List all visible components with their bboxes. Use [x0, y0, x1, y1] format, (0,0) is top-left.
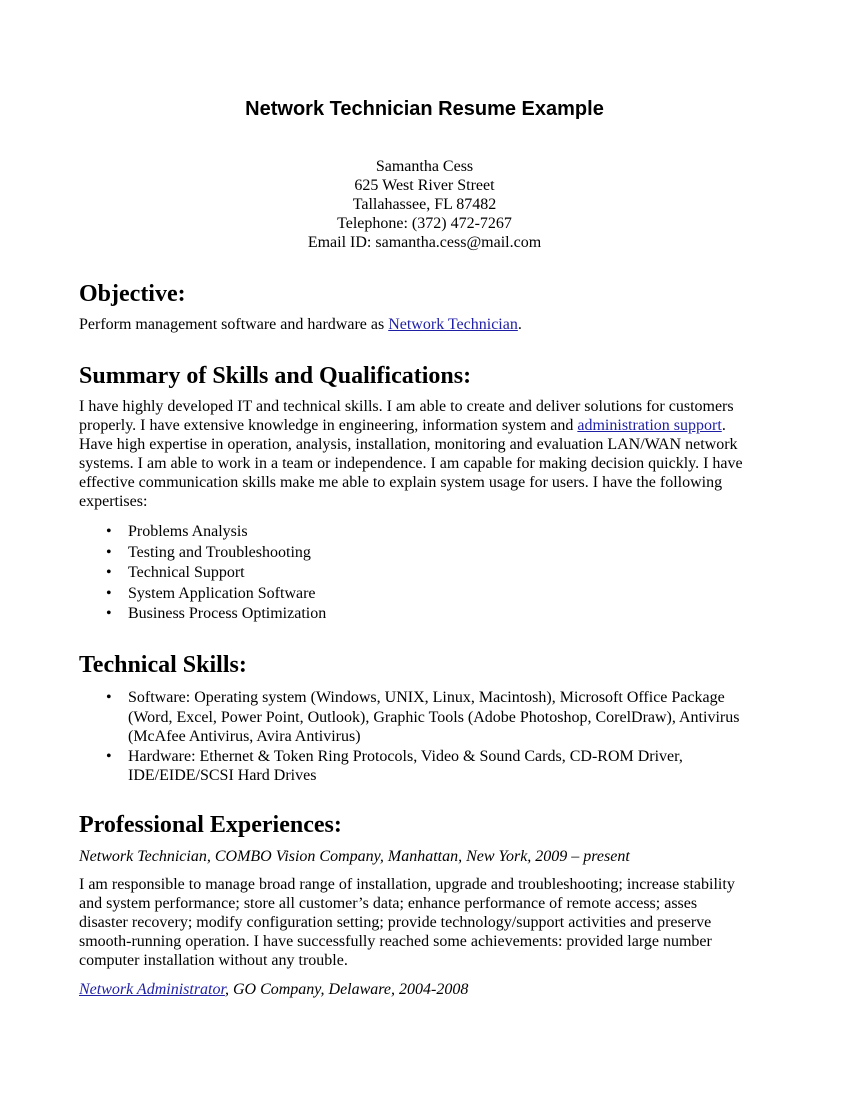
summary-line2-after: .	[721, 417, 726, 434]
expertise-item: Business Process Optimization	[128, 605, 327, 622]
expertise-item: Testing and Troubleshooting	[128, 543, 311, 561]
bullet-icon: •	[106, 747, 112, 765]
job1-line: smooth-running operation. I have success…	[79, 933, 712, 950]
bullet-icon: •	[106, 564, 112, 581]
software-skills-line: Software: Operating system (Windows, UNI…	[128, 689, 725, 706]
expertise-list: • Problems Analysis • Testing and Troubles…	[79, 522, 326, 625]
summary-line: expertises:	[79, 493, 148, 510]
list-item: • Testing and Troubleshooting	[79, 543, 326, 564]
objective-text-after: .	[517, 316, 522, 333]
job1-description: I am responsible to manage broad range o…	[79, 875, 779, 970]
hardware-skills-line: IDE/EIDE/SCSI Hard Drives	[128, 767, 317, 784]
expertise-item: Technical Support	[128, 564, 245, 581]
network-administrator-link[interactable]: Network Administrator	[79, 981, 225, 998]
job1-title: Network Technician, COMBO Vision Company…	[79, 848, 630, 865]
list-item: • Software: Operating system (Windows, U…	[79, 688, 739, 747]
objective-heading: Objective:	[79, 281, 186, 307]
job1-line: I am responsible to manage broad range o…	[79, 876, 735, 893]
software-skills-line: (McAfee Antivirus, Avira Antivirus)	[128, 728, 361, 745]
summary-line2-before: properly. I have extensive knowledge in …	[79, 417, 578, 434]
technical-skills-list: • Software: Operating system (Windows, U…	[79, 688, 739, 786]
bullet-icon: •	[106, 523, 112, 540]
contact-block: Samantha Cess 625 West River Street Tall…	[0, 157, 849, 252]
summary-line: properly. I have extensive knowledge in …	[79, 416, 779, 435]
experience-heading: Professional Experiences:	[79, 812, 342, 838]
job2-title-rest: , GO Company, Delaware, 2004-2008	[224, 981, 469, 998]
bullet-icon: •	[106, 584, 112, 602]
summary-line: systems. I am able to work in a team or …	[79, 455, 743, 472]
list-item: • Business Process Optimization	[79, 604, 326, 625]
technical-skills-heading: Technical Skills:	[79, 652, 247, 678]
bullet-icon: •	[106, 543, 112, 561]
list-item: • Problems Analysis	[79, 522, 326, 543]
resume-page: Network Technician Resume Example Samant…	[0, 0, 849, 1099]
summary-paragraph: I have highly developed IT and technical…	[79, 397, 779, 511]
administration-support-link[interactable]: administration support	[577, 417, 721, 434]
contact-name: Samantha Cess	[375, 158, 474, 175]
network-technician-link[interactable]: Network Technician	[388, 316, 518, 333]
summary-line: Have high expertise in operation, analys…	[79, 436, 738, 453]
job1-line: disaster recovery; modify configuration …	[79, 914, 712, 931]
summary-heading: Summary of Skills and Qualifications:	[79, 363, 472, 389]
contact-telephone: Telephone: (372) 472-7267	[337, 215, 512, 232]
list-item: • Hardware: Ethernet & Token Ring Protoc…	[79, 747, 739, 786]
objective-text-before: Perform management software and hardware…	[79, 316, 389, 333]
job1-line: computer installation without any troubl…	[79, 952, 348, 969]
bullet-icon: •	[106, 605, 112, 622]
expertise-item: Problems Analysis	[128, 523, 248, 540]
bullet-icon: •	[106, 689, 112, 706]
list-item: • System Application Software	[79, 584, 326, 605]
job1-line: and system performance; store all custom…	[79, 895, 698, 912]
job2-title: Network Administrator, GO Company, Delaw…	[79, 980, 779, 999]
contact-email: Email ID: samantha.cess@mail.com	[307, 234, 542, 251]
software-skills-line: (Word, Excel, Power Point, Outlook), Gra…	[128, 708, 740, 726]
summary-line: effective communication skills make me a…	[79, 474, 723, 491]
summary-line: I have highly developed IT and technical…	[79, 398, 734, 415]
objective-text: Perform management software and hardware…	[79, 315, 779, 334]
contact-city: Tallahassee, FL 87482	[352, 196, 497, 213]
hardware-skills-line: Hardware: Ethernet & Token Ring Protocol…	[128, 747, 683, 765]
contact-street: 625 West River Street	[354, 177, 495, 194]
document-title: Network Technician Resume Example	[245, 98, 604, 120]
list-item: • Technical Support	[79, 563, 326, 584]
expertise-item: System Application Software	[128, 584, 316, 602]
